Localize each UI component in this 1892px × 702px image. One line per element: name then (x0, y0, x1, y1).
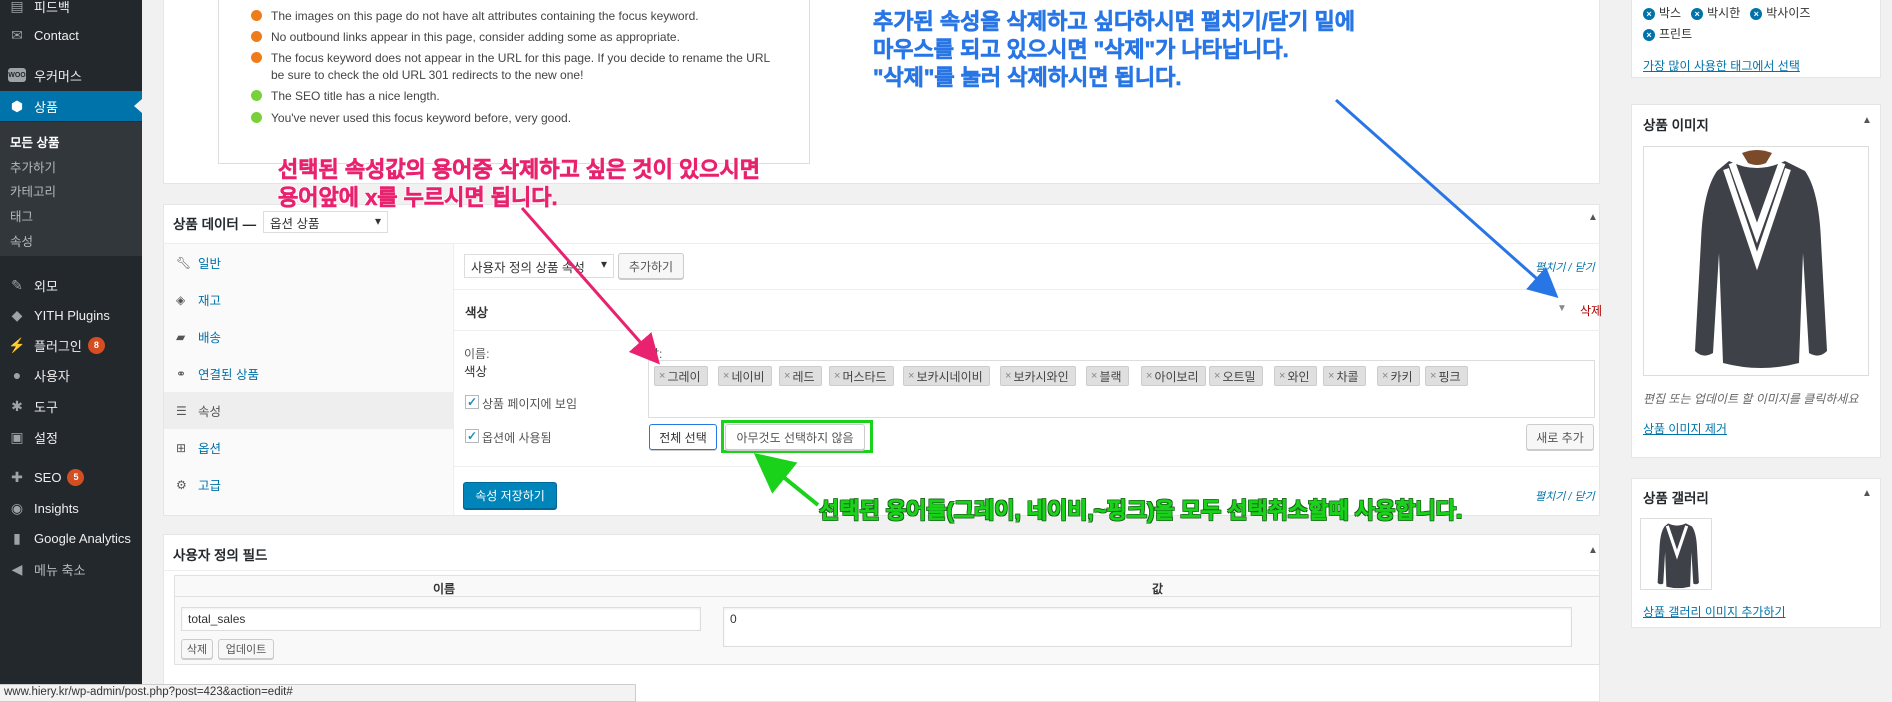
arrow-to-term-x (520, 207, 660, 365)
annotation-green: 선택된 용어들(그레이, 네이비,~핑크)을 모두 선택취소할때 사용합니다. (819, 498, 1463, 524)
arrow-to-select-none (753, 452, 820, 507)
arrow-to-remove (1335, 98, 1559, 298)
annotation-blue: 추가된 속성을 삭제하고 싶다하시면 펼치기/닫기 밑에 마우스를 되고 있으시… (873, 9, 1356, 91)
annotation-red: 선택된 속성값의 용어중 삭제하고 싶은 것이 있으시면 용어앞에 x를 누르시… (278, 157, 761, 211)
annotation-arrows (520, 98, 1559, 507)
